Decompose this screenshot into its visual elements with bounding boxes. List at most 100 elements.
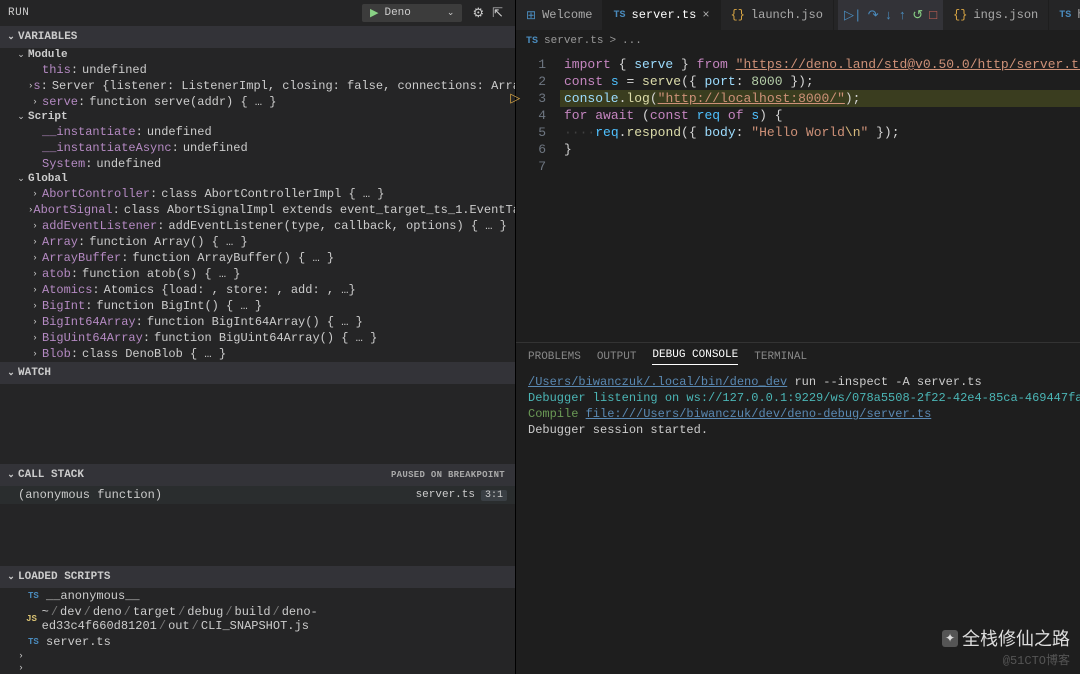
debug-toolbar: ▷| ↷ ↓ ↑ ↺ □ xyxy=(838,0,943,30)
variable-row[interactable]: ›atob:function atob(s) { … } xyxy=(0,266,515,282)
expand-icon: › xyxy=(28,285,42,295)
callstack-title: CALL STACK xyxy=(18,469,84,481)
run-config-dropdown[interactable]: ▶ Deno ⌄ xyxy=(362,4,462,22)
variable-value: undefined xyxy=(183,141,248,155)
watch-title: WATCH xyxy=(18,367,51,379)
editor-area: ⊞WelcomeTSserver.ts×{}launch.jso▷|↷↓↑↺□{… xyxy=(516,0,1080,674)
chevron-down-icon: ⌄ xyxy=(4,572,18,582)
script-item[interactable]: JS~/dev/deno/target/debug/build/deno-ed3… xyxy=(0,604,515,634)
script-item[interactable]: TS__anonymous__ xyxy=(0,588,515,604)
frame-name: (anonymous function) xyxy=(18,488,162,502)
variable-row[interactable]: ›ArrayBuffer:function ArrayBuffer() { … … xyxy=(0,250,515,266)
variable-name: serve xyxy=(42,95,78,109)
script-folder[interactable]: › xyxy=(0,650,515,662)
chevron-down-icon: ⌄ xyxy=(14,112,28,122)
scope-global[interactable]: ⌄Global xyxy=(0,172,515,186)
variable-name: Array xyxy=(42,235,78,249)
variable-value: function BigInt() { … } xyxy=(96,299,262,313)
callstack-status: PAUSED ON BREAKPOINT xyxy=(391,470,511,480)
expand-icon: › xyxy=(28,301,42,311)
variable-row[interactable]: ›Atomics:Atomics {load: , store: , add: … xyxy=(0,282,515,298)
code-line: console.log("http://localhost:8000/"); xyxy=(560,90,1080,107)
callstack-section-header[interactable]: ⌄ CALL STACK PAUSED ON BREAKPOINT xyxy=(0,464,515,486)
variable-row[interactable]: __instantiateAsync:undefined xyxy=(0,140,515,156)
tab-label: ings.json xyxy=(973,8,1038,22)
variable-value: function serve(addr) { … } xyxy=(89,95,276,109)
panel-tab-debug-console[interactable]: DEBUG CONSOLE xyxy=(652,349,738,365)
variable-row[interactable]: ›BigInt:function BigInt() { … } xyxy=(0,298,515,314)
variable-row[interactable]: ›addEventListener:addEventListener(type,… xyxy=(0,218,515,234)
ts-icon: TS xyxy=(28,637,46,647)
variable-name: BigUint64Array xyxy=(42,331,143,345)
debug-sidebar: RUN ▶ Deno ⌄ ⚙ ⇱ ⌄ VARIABLES ⌄Modulethis… xyxy=(0,0,516,674)
code-editor[interactable]: 12▷34567 import { serve } from "https://… xyxy=(516,52,1080,342)
breadcrumb-file: server.ts xyxy=(544,35,603,47)
run-header: RUN ▶ Deno ⌄ ⚙ ⇱ xyxy=(0,0,515,26)
scope-script[interactable]: ⌄Script xyxy=(0,110,515,124)
variable-row[interactable]: ›AbortSignal:class AbortSignalImpl exten… xyxy=(0,202,515,218)
run-title: RUN xyxy=(8,7,29,19)
variable-row[interactable]: ›Blob:class DenoBlob { … } xyxy=(0,346,515,362)
variable-row[interactable]: System:undefined xyxy=(0,156,515,172)
continue-icon[interactable]: ▷| xyxy=(844,8,862,23)
tab-server[interactable]: TSserver.ts× xyxy=(603,0,720,30)
breakpoint-icon[interactable]: ▷ xyxy=(510,90,520,107)
step-out-icon[interactable]: ↑ xyxy=(898,8,906,23)
variable-value: undefined xyxy=(82,63,147,77)
close-icon[interactable]: × xyxy=(702,8,709,22)
variable-row[interactable]: __instantiate:undefined xyxy=(0,124,515,140)
variables-section-header[interactable]: ⌄ VARIABLES xyxy=(0,26,515,48)
run-config-label: Deno xyxy=(384,7,410,19)
variable-row[interactable]: ›AbortController:class AbortControllerIm… xyxy=(0,186,515,202)
variable-name: BigInt xyxy=(42,299,85,313)
ts-icon: TS xyxy=(28,591,46,601)
code-line: const s = serve({ port: 8000 }); xyxy=(560,73,1080,90)
console-line: Debugger session started. xyxy=(528,422,1080,438)
expand-icon: › xyxy=(28,333,42,343)
tab-launch[interactable]: {}launch.jso xyxy=(721,0,834,30)
variable-row[interactable]: ›serve:function serve(addr) { … } xyxy=(0,94,515,110)
step-into-icon[interactable]: ↓ xyxy=(885,8,893,23)
tab-settings[interactable]: {}ings.json xyxy=(943,0,1049,30)
console-line: Compile file:///Users/biwanczuk/dev/deno… xyxy=(528,406,1080,422)
variable-row[interactable]: ›Array:function Array() { … } xyxy=(0,234,515,250)
tab-label: server.ts xyxy=(632,8,697,22)
stop-icon[interactable]: □ xyxy=(929,8,937,23)
step-over-icon[interactable]: ↷ xyxy=(868,8,879,23)
variable-name: AbortController xyxy=(42,187,150,201)
scripts-section-header[interactable]: ⌄ LOADED SCRIPTS xyxy=(0,566,515,588)
tab-welcome[interactable]: ⊞Welcome xyxy=(516,0,603,30)
watch-section-header[interactable]: ⌄ WATCH xyxy=(0,362,515,384)
variable-value: undefined xyxy=(147,125,212,139)
variable-name: AbortSignal xyxy=(33,203,112,217)
variable-value: function BigUint64Array() { … } xyxy=(154,331,377,345)
watermark-main: 全栈修仙之路 xyxy=(962,625,1070,651)
breadcrumb[interactable]: TS server.ts > ... xyxy=(516,30,1080,52)
tab-hello[interactable]: TShello_world.ts xyxy=(1049,0,1080,30)
watermark: ✦全栈修仙之路 @51CTO博客 xyxy=(942,625,1070,668)
play-icon: ▶ xyxy=(370,6,378,20)
panel-tab-problems[interactable]: PROBLEMS xyxy=(528,351,581,363)
scope-module[interactable]: ⌄Module xyxy=(0,48,515,62)
variable-row[interactable]: this:undefined xyxy=(0,62,515,78)
variable-row[interactable]: ›BigUint64Array:function BigUint64Array(… xyxy=(0,330,515,346)
variable-name: Atomics xyxy=(42,283,92,297)
variable-name: __instantiate xyxy=(42,125,136,139)
variable-name: System xyxy=(42,157,85,171)
panel-tab-terminal[interactable]: TERMINAL xyxy=(754,351,807,363)
gear-icon[interactable]: ⚙ xyxy=(468,6,488,21)
panel-tab-output[interactable]: OUTPUT xyxy=(597,351,637,363)
scripts-body: TS__anonymous__JS~/dev/deno/target/debug… xyxy=(0,588,515,674)
restart-icon[interactable]: ↺ xyxy=(912,8,923,23)
variable-value: addEventListener(type, callback, options… xyxy=(168,219,506,233)
panel-tabs: PROBLEMS OUTPUT DEBUG CONSOLE TERMINAL xyxy=(516,342,1080,370)
watermark-sub: @51CTO博客 xyxy=(1003,651,1070,668)
expand-icon: › xyxy=(28,317,42,327)
popout-icon[interactable]: ⇱ xyxy=(488,6,507,21)
code-line: import { serve } from "https://deno.land… xyxy=(560,56,1080,73)
stack-frame[interactable]: (anonymous function)server.ts3:1 xyxy=(0,486,515,504)
variable-row[interactable]: ›s:Server {listener: ListenerImpl, closi… xyxy=(0,78,515,94)
variable-row[interactable]: ›BigInt64Array:function BigInt64Array() … xyxy=(0,314,515,330)
script-item[interactable]: TSserver.ts xyxy=(0,634,515,650)
script-folder[interactable]: › xyxy=(0,662,515,674)
